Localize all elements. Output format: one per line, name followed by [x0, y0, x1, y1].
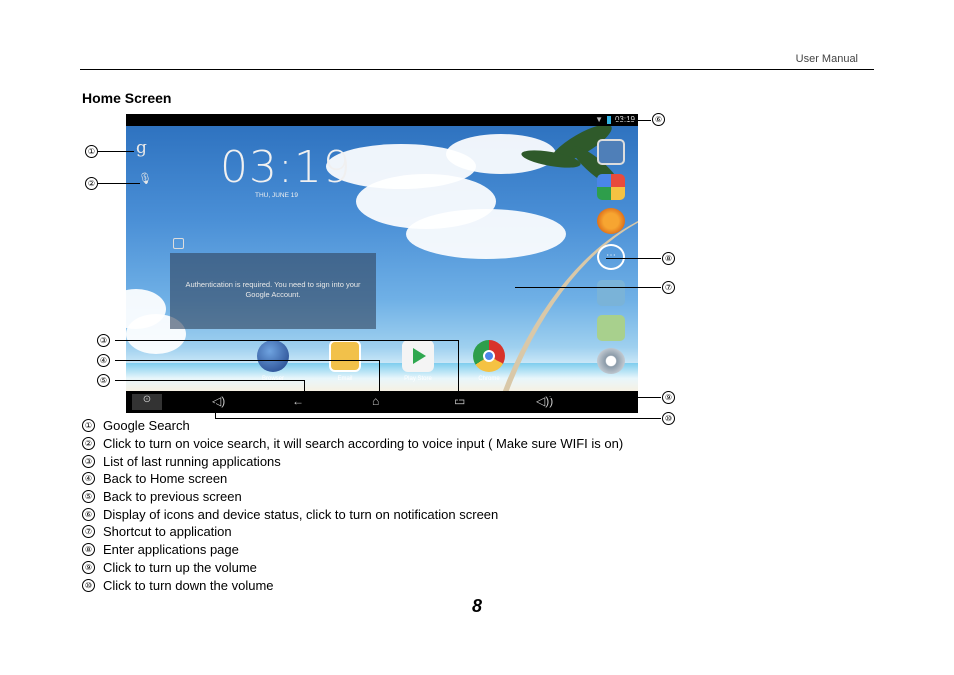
callout-number: ④: [97, 354, 110, 367]
tablet-home-screen: ▼ 03:19 g 🎙 03:19 THU, JUNE 19 Authentic…: [126, 114, 638, 413]
navigation-bar: ⊙ ◁) ← ⌂ ▭ ◁)): [126, 391, 638, 413]
legend-item: ⑤ Back to previous screen: [82, 488, 623, 506]
microphone-icon[interactable]: 🎙: [138, 172, 152, 185]
callout-number: ⑥: [652, 113, 665, 126]
chrome-icon: [473, 340, 505, 372]
battery-icon: [607, 116, 611, 124]
callout-number: ②: [85, 177, 98, 190]
legend-item: ⑨ Click to turn up the volume: [82, 559, 623, 577]
legend-number: ④: [82, 472, 95, 486]
contacts-icon[interactable]: [597, 280, 625, 306]
callout-line: [215, 403, 216, 418]
legend-text: List of last running applications: [103, 453, 281, 469]
gallery2-icon[interactable]: [597, 315, 625, 341]
callout-line: [115, 360, 380, 361]
callout-number: ⑩: [662, 412, 675, 425]
legend-number: ⑨: [82, 560, 95, 574]
lock-icon: [173, 238, 184, 249]
legend-item: ⑩ Click to turn down the volume: [82, 576, 623, 594]
callout-line: [379, 360, 380, 402]
legend-number: ①: [82, 419, 95, 433]
volume-down-icon[interactable]: ◁): [212, 394, 225, 408]
google-search-icon[interactable]: g: [136, 138, 147, 158]
screenshot-icon[interactable]: ⊙: [132, 394, 162, 410]
back-icon[interactable]: ←: [292, 394, 304, 408]
settings-icon[interactable]: [597, 348, 625, 374]
callout-line: [98, 151, 134, 152]
legend-number: ②: [82, 437, 95, 451]
callout-line: [458, 340, 459, 402]
legend-item: ⑦ Shortcut to application: [82, 523, 623, 541]
callout-line: [613, 120, 651, 121]
email-icon: [329, 340, 361, 372]
auth-message: Authentication is required. You need to …: [185, 280, 361, 299]
legend-item: ⑥ Display of icons and device status, cli…: [82, 505, 623, 523]
legend-text: Shortcut to application: [103, 524, 232, 540]
callout-line: [115, 380, 305, 381]
callout-line: [515, 287, 661, 288]
legend-number: ⑩: [82, 578, 95, 592]
dock-app-label: Browser: [261, 376, 284, 382]
callout-number: ⑤: [97, 374, 110, 387]
legend-item: ③ List of last running applications: [82, 452, 623, 470]
browser-icon: [257, 340, 289, 372]
callout-number: ⑨: [662, 391, 675, 404]
legend-text: Google Search: [103, 418, 190, 434]
legend-list: ① Google Search ② Click to turn on voice s…: [82, 417, 623, 594]
recent-apps-icon[interactable]: ▭: [454, 394, 465, 408]
section-title: Home Screen: [82, 90, 172, 106]
status-bar[interactable]: ▼ 03:19: [126, 114, 638, 126]
callout-number: ⑧: [662, 252, 675, 265]
legend-text: Back to previous screen: [103, 489, 242, 505]
callout-line: [548, 397, 661, 398]
callout-line: [304, 380, 305, 402]
header-divider: [80, 69, 874, 70]
legend-number: ⑧: [82, 543, 95, 557]
legend-text: Enter applications page: [103, 542, 239, 558]
legend-number: ⑥: [82, 507, 95, 521]
date-label: THU, JUNE 19: [255, 192, 298, 199]
legend-item: ⑧ Enter applications page: [82, 541, 623, 559]
dock-app-chrome[interactable]: Chrome: [472, 340, 506, 382]
legend-item: ② Click to turn on voice search, it will …: [82, 435, 623, 453]
play-store-icon: [402, 340, 434, 372]
music-icon[interactable]: [597, 208, 625, 234]
clock-widget: 03:19: [220, 142, 352, 193]
callout-line: [606, 258, 661, 259]
legend-text: Click to turn up the volume: [103, 559, 257, 575]
legend-text: Click to turn down the volume: [103, 577, 274, 593]
camera-icon[interactable]: [597, 139, 625, 165]
auth-widget[interactable]: Authentication is required. You need to …: [170, 253, 376, 329]
legend-number: ⑦: [82, 525, 95, 539]
dock-app-label: Chrome: [478, 376, 500, 382]
legend-number: ③: [82, 454, 95, 468]
dock-app-label: Email: [337, 376, 353, 382]
callout-line: [115, 340, 459, 341]
dock-app-play-store[interactable]: Play Store: [401, 340, 435, 382]
legend-number: ⑤: [82, 490, 95, 504]
wifi-icon: ▼: [595, 115, 603, 124]
legend-text: Click to turn on voice search, it will s…: [103, 436, 624, 452]
dock-app-browser[interactable]: Browser: [256, 340, 290, 382]
legend-item: ④ Back to Home screen: [82, 470, 623, 488]
dock-app-email[interactable]: Email: [328, 340, 362, 382]
callout-number: ⑦: [662, 281, 675, 294]
dock-app-label: Play Store: [404, 376, 432, 382]
legend-text: Display of icons and device status, clic…: [103, 506, 499, 522]
legend-item: ① Google Search: [82, 417, 623, 435]
gallery-icon[interactable]: [597, 174, 625, 200]
callout-number: ①: [85, 145, 98, 158]
legend-text: Back to Home screen: [103, 471, 228, 487]
callout-line: [98, 183, 140, 184]
page-number: 8: [472, 596, 483, 616]
apps-icon[interactable]: ⋯: [597, 244, 625, 270]
cloud: [406, 209, 566, 259]
document-header-label: User Manual: [795, 53, 858, 65]
callout-number: ③: [97, 334, 110, 347]
